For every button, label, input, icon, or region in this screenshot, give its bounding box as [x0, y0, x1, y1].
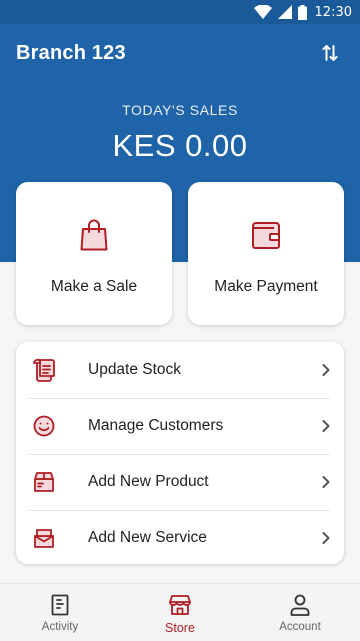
todays-sales-value: KES 0.00	[112, 128, 248, 163]
nav-tab-store[interactable]: Store	[120, 584, 240, 641]
wifi-icon	[253, 5, 272, 19]
status-bar: 12:30	[0, 0, 360, 24]
make-sale-card[interactable]: Make a Sale	[16, 182, 172, 325]
make-payment-card[interactable]: Make Payment	[188, 182, 344, 325]
branch-title: Branch 123	[16, 41, 126, 64]
store-menu: Update Stock Manage Customers Add New Pr…	[16, 342, 344, 564]
menu-item-update-stock[interactable]: Update Stock	[16, 342, 344, 398]
battery-icon	[297, 4, 307, 20]
menu-item-add-new-service[interactable]: Add New Service	[16, 510, 344, 566]
chevron-right-icon	[322, 420, 330, 432]
chevron-right-icon	[322, 532, 330, 544]
nav-label-activity: Activity	[41, 621, 79, 633]
menu-label-update-stock: Update Stock	[88, 361, 182, 378]
chevron-right-icon	[322, 476, 330, 488]
switch-branch-button[interactable]	[316, 39, 344, 67]
nav-label-store: Store	[165, 621, 195, 635]
status-time: 12:30	[314, 4, 352, 20]
nav-tab-activity[interactable]: Activity	[0, 584, 120, 641]
receipt-icon	[33, 358, 55, 382]
wallet-icon	[252, 222, 280, 249]
swap-arrows-icon	[322, 45, 338, 61]
activity-icon	[51, 594, 69, 616]
nav-tab-account[interactable]: Account	[240, 584, 360, 641]
store-icon	[169, 595, 191, 615]
make-payment-label: Make Payment	[214, 278, 318, 295]
menu-label-add-new-service: Add New Service	[88, 529, 207, 546]
bottom-navigation: Activity Store Account	[0, 583, 360, 641]
signal-icon	[277, 5, 292, 19]
todays-sales-label: TODAY'S SALES	[122, 102, 238, 118]
smiley-icon	[33, 415, 55, 437]
menu-item-manage-customers[interactable]: Manage Customers	[16, 398, 344, 454]
menu-label-add-new-product: Add New Product	[88, 473, 209, 490]
make-sale-label: Make a Sale	[50, 278, 138, 295]
nav-label-account: Account	[279, 621, 321, 633]
shopping-bag-icon	[80, 219, 108, 251]
menu-item-add-new-product[interactable]: Add New Product	[16, 454, 344, 510]
service-box-icon	[34, 529, 54, 548]
menu-label-manage-customers: Manage Customers	[88, 417, 224, 434]
account-icon	[290, 594, 310, 616]
chevron-right-icon	[322, 364, 330, 376]
product-box-icon	[34, 472, 54, 492]
